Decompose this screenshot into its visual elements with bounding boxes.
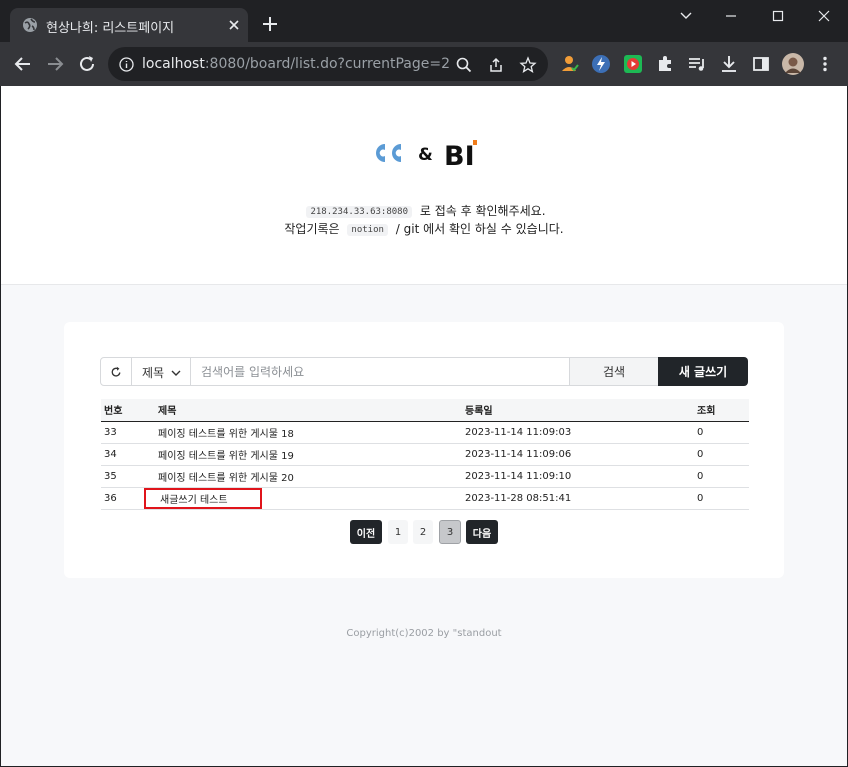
close-window-icon[interactable]: [810, 6, 838, 26]
logo-ampersand: &: [418, 145, 433, 165]
row-title-link[interactable]: 페이징 테스트를 위한 게시물 20: [155, 465, 462, 488]
prev-page-button[interactable]: 이전: [350, 520, 382, 544]
table-row[interactable]: 36 새글쓰기 테스트 2023-11-28 08:51:41 0: [101, 487, 749, 510]
access-info-line: 218.234.33.63:8080 로 접속 후 확인해주세요.: [1, 202, 847, 219]
board-card: 제목 검색 새 글쓰기 번호 제목 등록일 조회 33: [64, 322, 784, 578]
forward-arrow-icon[interactable]: [44, 53, 66, 75]
row-views: 0: [694, 465, 749, 488]
tab-title: 현상나희: 리스트페이지: [46, 21, 175, 36]
row-date: 2023-11-28 08:51:41: [462, 487, 694, 510]
table-header-row: 번호 제목 등록일 조회: [101, 399, 749, 422]
page-3-button-active[interactable]: 3: [439, 520, 461, 544]
row-number: 34: [101, 443, 155, 466]
extensions-puzzle-icon[interactable]: [655, 54, 675, 74]
close-tab-icon[interactable]: [226, 17, 242, 33]
search-bar: 제목 검색 새 글쓰기: [100, 357, 748, 386]
table-row[interactable]: 33 페이징 테스트를 위한 게시물 18 2023-11-14 11:09:0…: [101, 421, 749, 444]
board-table: 번호 제목 등록일 조회 33 페이징 테스트를 위한 게시물 18 2023-…: [101, 399, 749, 510]
header-views: 조회: [694, 399, 749, 422]
extension-video-icon[interactable]: [623, 54, 643, 74]
back-arrow-icon[interactable]: [12, 53, 34, 75]
new-post-button[interactable]: 새 글쓰기: [658, 357, 748, 386]
table-row[interactable]: 35 페이징 테스트를 위한 게시물 20 2023-11-14 11:09:1…: [101, 465, 749, 488]
share-icon[interactable]: [487, 56, 505, 74]
browser-toolbar: localhost:8080/board/list.do?currentPage…: [0, 42, 848, 86]
notion-chip[interactable]: notion: [347, 224, 388, 236]
table-row[interactable]: 34 페이징 테스트를 위한 게시물 19 2023-11-14 11:09:0…: [101, 443, 749, 466]
url-text[interactable]: localhost:8080/board/list.do?currentPage…: [142, 56, 450, 72]
minimize-icon[interactable]: [717, 6, 745, 26]
extension-person-icon[interactable]: [560, 54, 580, 74]
footer-copyright: Copyright(c)2002 by "standout: [346, 628, 502, 639]
page-2-button[interactable]: 2: [413, 520, 433, 544]
row-views: 0: [694, 443, 749, 466]
select-value: 제목: [142, 366, 165, 380]
row-number: 33: [101, 421, 155, 444]
header-title: 제목: [155, 399, 462, 422]
search-field-select[interactable]: 제목: [131, 357, 191, 386]
browser-titlebar: 현상나희: 리스트페이지: [0, 0, 848, 42]
extension-bolt-icon[interactable]: [591, 54, 611, 74]
download-icon[interactable]: [719, 54, 739, 74]
row-date: 2023-11-14 11:09:06: [462, 443, 694, 466]
row-date: 2023-11-14 11:09:03: [462, 421, 694, 444]
access-info-text: 로 접속 후 확인해주세요.: [419, 204, 546, 218]
header-number: 번호: [101, 399, 155, 422]
refresh-icon: [111, 366, 121, 377]
zoom-icon[interactable]: [455, 56, 473, 74]
row-title-link[interactable]: 페이징 테스트를 위한 게시물 18: [155, 421, 462, 444]
browser-menu-icon[interactable]: [815, 54, 835, 74]
row-number: 35: [101, 465, 155, 488]
search-input[interactable]: [190, 357, 570, 386]
row-views: 0: [694, 487, 749, 510]
header-date: 등록일: [462, 399, 694, 422]
globe-icon: [23, 18, 37, 32]
worklog-info-line: 작업기록은 notion / git 에서 확인 하실 수 있습니다.: [1, 220, 847, 237]
server-address-chip: 218.234.33.63:8080: [306, 206, 413, 218]
address-bar[interactable]: localhost:8080/board/list.do?currentPage…: [108, 47, 548, 81]
refresh-button[interactable]: [100, 357, 132, 386]
row-title-link[interactable]: 페이징 테스트를 위한 게시물 19: [155, 443, 462, 466]
logo-text: BI: [444, 141, 475, 168]
next-page-button[interactable]: 다음: [466, 520, 498, 544]
search-button[interactable]: 검색: [569, 357, 659, 386]
worklog-suffix: / git 에서 확인 하실 수 있습니다.: [395, 222, 564, 236]
page-1-button[interactable]: 1: [388, 520, 408, 544]
new-tab-icon[interactable]: [260, 14, 280, 34]
worklog-prefix: 작업기록은: [284, 222, 340, 236]
row-date: 2023-11-14 11:09:10: [462, 465, 694, 488]
chevron-down-icon: [171, 370, 181, 376]
bookmark-star-icon[interactable]: [519, 56, 537, 74]
reload-icon[interactable]: [76, 53, 98, 75]
page-header: & BI 218.234.33.63:8080 로 접속 후 확인해주세요. 작…: [1, 86, 847, 285]
media-queue-icon[interactable]: [687, 54, 707, 74]
page-viewport: & BI 218.234.33.63:8080 로 접속 후 확인해주세요. 작…: [1, 86, 847, 766]
profile-avatar-icon[interactable]: [782, 53, 804, 75]
site-info-icon[interactable]: [119, 57, 134, 72]
row-views: 0: [694, 421, 749, 444]
row-title-link-highlighted[interactable]: 새글쓰기 테스트: [144, 487, 262, 509]
side-panel-icon[interactable]: [751, 54, 771, 74]
tab-search-chevron-icon[interactable]: [672, 6, 700, 26]
site-logo: & BI: [376, 140, 477, 168]
maximize-icon[interactable]: [764, 6, 792, 26]
browser-tab-active[interactable]: 현상나희: 리스트페이지: [10, 8, 248, 42]
